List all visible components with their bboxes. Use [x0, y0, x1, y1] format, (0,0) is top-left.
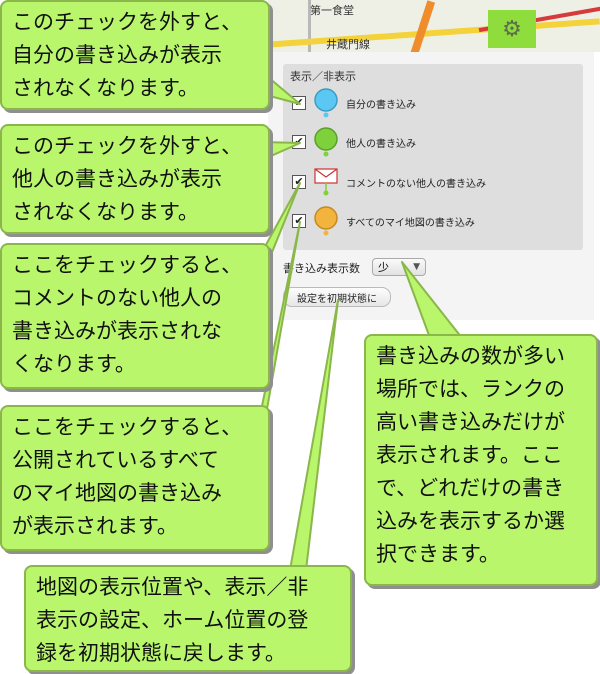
callout-own-posts: このチェックを外すと、 自分の書き込みが表示 されなくなります。: [0, 0, 270, 110]
callout-no-comment-posts: ここをチェックすると、 コメントのない他人の 書き込みが表示されな くなります。: [0, 243, 270, 389]
callout-post-count: 書き込みの数が多い 場所では、ランクの 高い書き込みだけが 表示されます。ここ …: [364, 334, 598, 586]
callout-pointer: [289, 299, 339, 571]
callout-my-map-posts: ここをチェックすると、 公開されているすべて のマイ地図の書き込み が表示されま…: [0, 405, 270, 551]
callout-others-posts: このチェックを外すと、 他人の書き込みが表示 されなくなります。: [0, 124, 270, 234]
callout-pointer: [401, 261, 463, 339]
callout-reset: 地図の表示位置や、表示／非 表示の設定、ホーム位置の登 録を初期状態に戻します。: [24, 565, 352, 672]
